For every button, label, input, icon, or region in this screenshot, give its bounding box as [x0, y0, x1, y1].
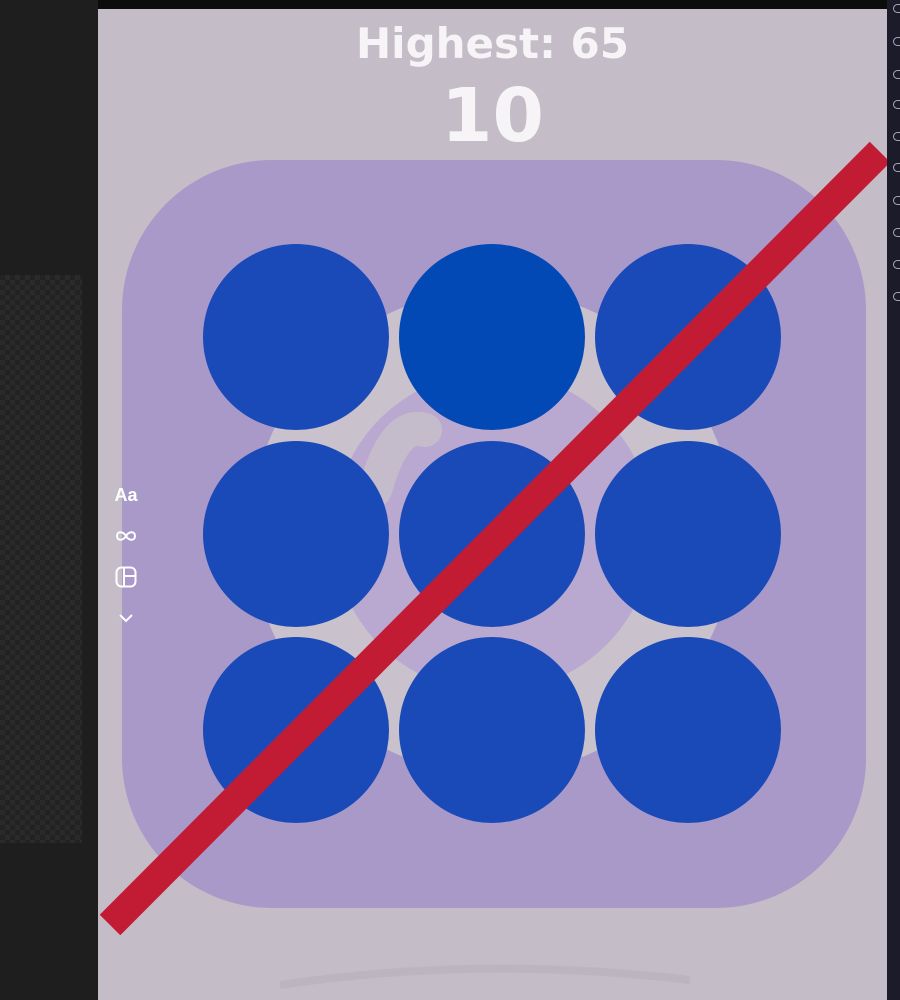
current-score: 10 [441, 73, 544, 159]
text-style-button[interactable]: Aa [110, 480, 142, 510]
toolbar-icon[interactable] [893, 292, 900, 301]
layout-icon[interactable] [110, 562, 142, 592]
toolbar-icon[interactable] [893, 163, 900, 172]
screen: Highest: 65 10 Aa [0, 0, 900, 1000]
toolbar-icon[interactable] [893, 228, 900, 237]
grid-circle[interactable] [399, 244, 585, 430]
toolbar-icon[interactable] [893, 4, 900, 13]
toolbar-icon[interactable] [893, 260, 900, 269]
grid-circle[interactable] [203, 244, 389, 430]
grid-circle[interactable] [203, 441, 389, 627]
highest-score: Highest: 65 [356, 19, 629, 68]
background-shape [279, 964, 691, 989]
toolbar-icon[interactable] [893, 196, 900, 205]
grid-circle[interactable] [595, 637, 781, 823]
toolbar-icon[interactable] [893, 100, 900, 109]
floating-tools: Aa [110, 480, 142, 644]
toolbar-icon[interactable] [893, 132, 900, 141]
right-toolbar [887, 0, 900, 1000]
toolbar-icon[interactable] [893, 37, 900, 46]
chevron-down-icon[interactable] [110, 603, 142, 633]
toolbar-icon[interactable] [893, 70, 900, 79]
grid-circle[interactable] [399, 637, 585, 823]
infinity-icon[interactable] [110, 521, 142, 551]
grid-circle[interactable] [595, 441, 781, 627]
